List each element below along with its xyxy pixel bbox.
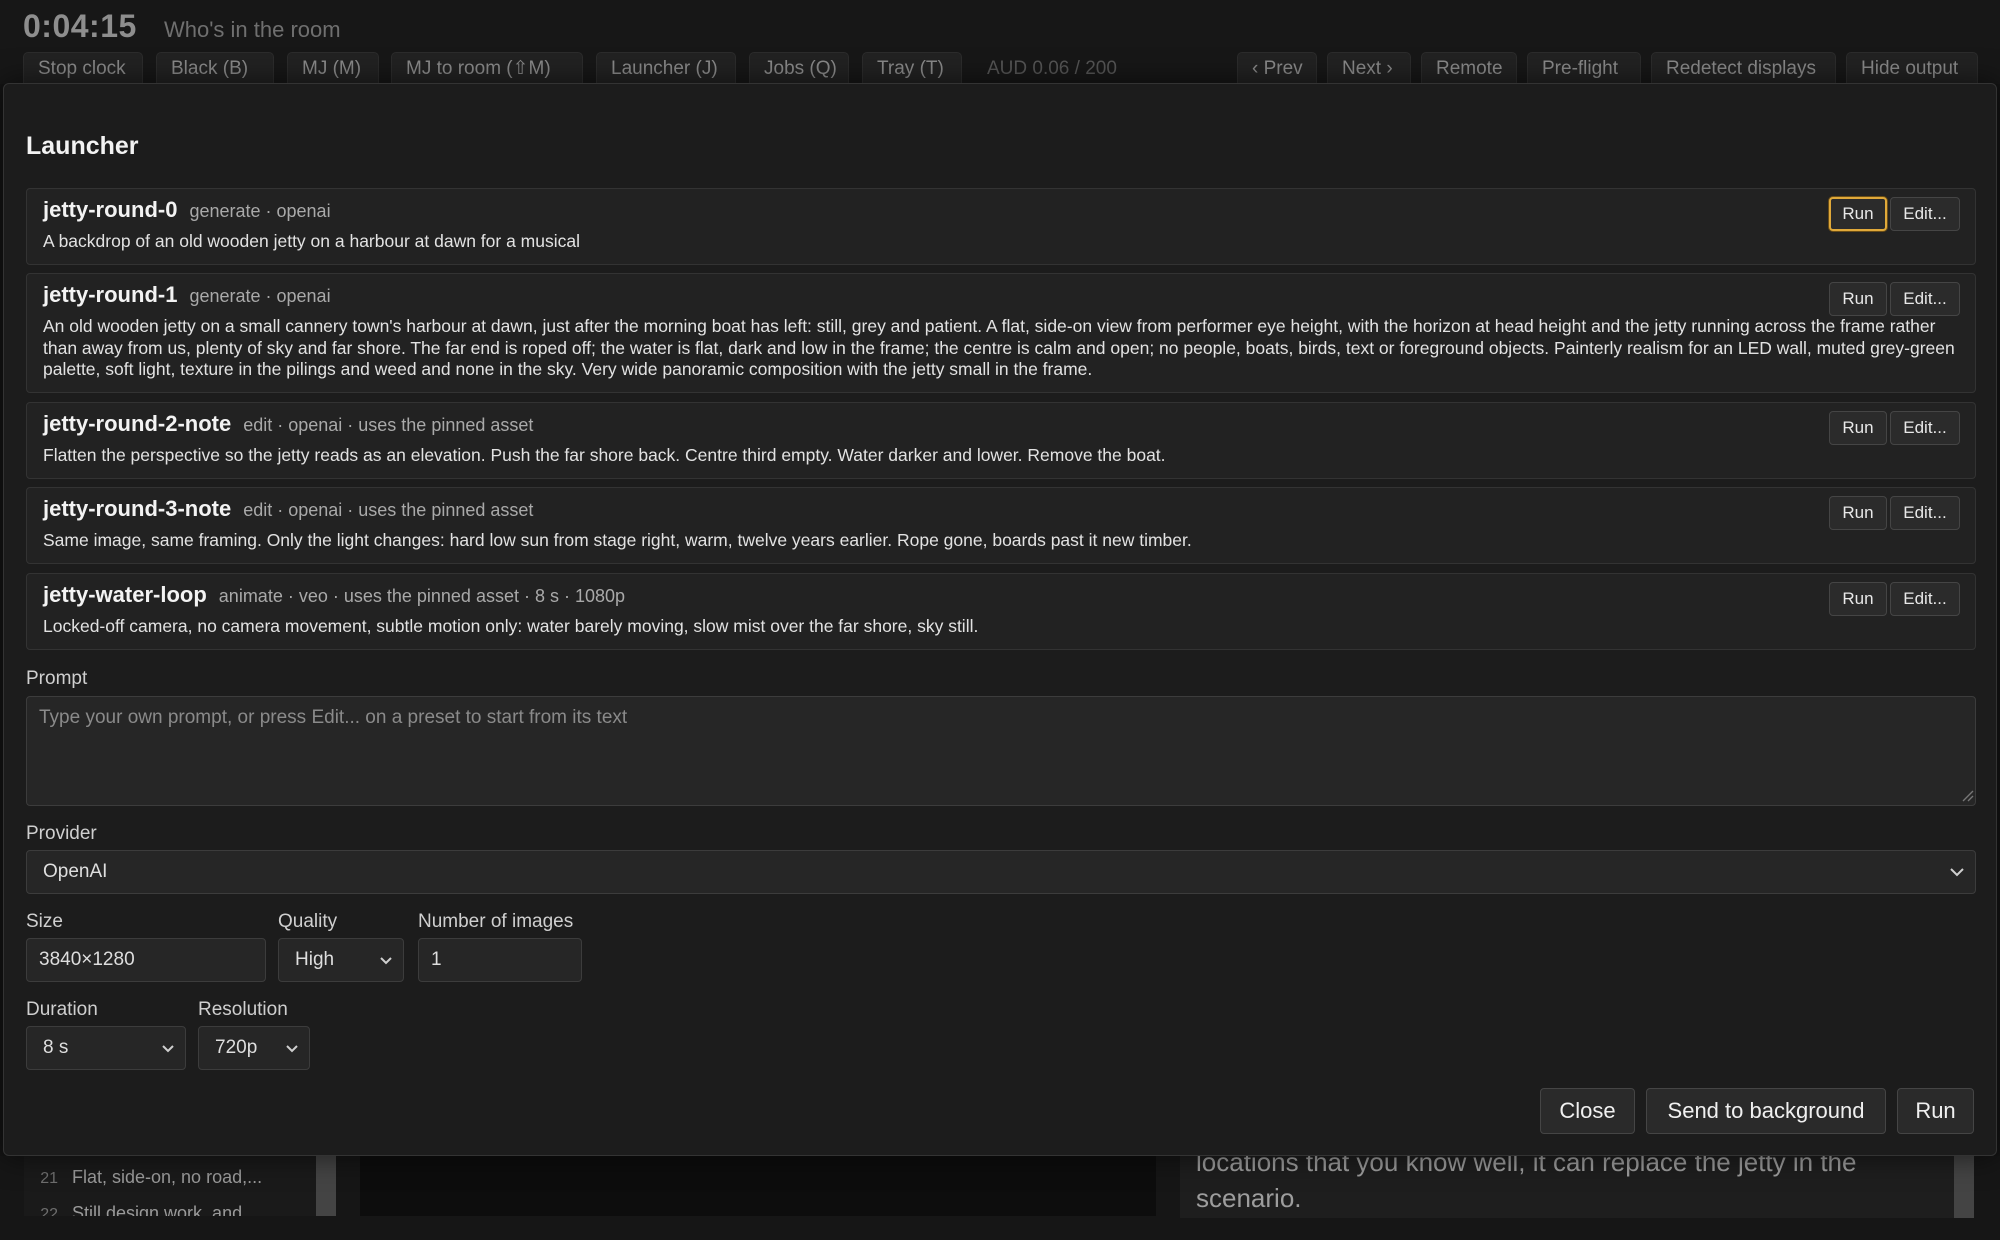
next-button[interactable]: Next ›	[1327, 52, 1411, 84]
run-preset-button[interactable]: Run	[1829, 282, 1887, 316]
output-preview	[360, 1156, 1156, 1216]
resolution-value: 720p	[215, 1037, 258, 1058]
edit-preset-button[interactable]: Edit...	[1890, 582, 1960, 616]
dialog-title: Launcher	[26, 132, 139, 160]
size-label: Size	[26, 911, 63, 932]
cue-number: 22	[40, 1206, 58, 1216]
chevron-down-icon	[285, 1027, 299, 1069]
preset-name: jetty-round-3-note edit · openai · uses t…	[43, 496, 534, 521]
edit-preset-button[interactable]: Edit...	[1890, 496, 1960, 530]
cue-text: Still design work, and...	[72, 1203, 258, 1216]
preset-meta: edit · openai · uses the pinned asset	[243, 500, 534, 520]
preset-description: A backdrop of an old wooden jetty on a h…	[43, 231, 580, 251]
edit-preset-button[interactable]: Edit...	[1890, 411, 1960, 445]
chevron-down-icon	[161, 1027, 175, 1069]
quality-select[interactable]: High	[278, 938, 404, 982]
stop-clock-button[interactable]: Stop clock	[23, 52, 143, 84]
pre-flight-button[interactable]: Pre-flight	[1527, 52, 1641, 84]
quality-value: High	[295, 949, 335, 970]
preset-meta: generate · openai	[189, 286, 331, 306]
black-button[interactable]: Black (B)	[156, 52, 274, 84]
preset-description: Flatten the perspective so the jetty rea…	[43, 445, 1166, 465]
cue-list-scrollbar[interactable]	[316, 1156, 336, 1216]
run-button[interactable]: Run	[1897, 1088, 1974, 1134]
chevron-down-icon	[379, 939, 393, 981]
run-preset-button[interactable]: Run	[1829, 496, 1887, 530]
cue-text: Flat, side-on, no road,...	[72, 1167, 263, 1187]
jobs-button[interactable]: Jobs (Q)	[749, 52, 849, 84]
num-images-label: Number of images	[418, 911, 574, 932]
edit-preset-button[interactable]: Edit...	[1890, 282, 1960, 316]
prev-button[interactable]: ‹ Prev	[1237, 52, 1317, 84]
mj-to-room-button[interactable]: MJ to room (⇧M)	[391, 52, 583, 84]
resize-grip-icon[interactable]	[1960, 788, 1974, 802]
show-clock: 0:04:15	[23, 8, 137, 44]
size-input[interactable]	[26, 938, 266, 982]
chevron-down-icon	[1949, 851, 1965, 893]
preset-name: jetty-water-loop animate · veo · uses the…	[43, 582, 626, 607]
duration-value: 8 s	[43, 1037, 69, 1058]
list-item[interactable]: 21 Flat, side-on, no road,...	[24, 1162, 262, 1192]
cue-list[interactable]: 21 Flat, side-on, no road,... 22 Still des…	[24, 1156, 336, 1216]
preset-name: jetty-round-1 generate · openai	[43, 282, 331, 307]
redetect-displays-button[interactable]: Redetect displays	[1651, 52, 1836, 84]
tray-button[interactable]: Tray (T)	[862, 52, 962, 84]
run-preset-button[interactable]: Run	[1829, 197, 1887, 231]
list-item[interactable]: 22 Still design work, and...	[24, 1198, 257, 1216]
prompt-label: Prompt	[26, 668, 88, 689]
mj-button[interactable]: MJ (M)	[287, 52, 379, 84]
preset-meta: generate · openai	[189, 201, 331, 221]
preset-meta: edit · openai · uses the pinned asset	[243, 415, 534, 435]
quality-label: Quality	[278, 911, 338, 932]
provider-select[interactable]: OpenAI	[26, 850, 1976, 894]
launcher-button[interactable]: Launcher (J)	[596, 52, 736, 84]
provider-label: Provider	[26, 823, 97, 844]
remote-button[interactable]: Remote	[1421, 52, 1517, 84]
resolution-label: Resolution	[198, 999, 288, 1020]
duration-select[interactable]: 8 s	[26, 1026, 186, 1070]
preset-card: jetty-round-3-note edit · openai · uses t…	[26, 487, 1976, 564]
notes-panel: locations that you know well, it can rep…	[1180, 1150, 1974, 1218]
send-to-background-button[interactable]: Send to background	[1646, 1088, 1886, 1134]
prompt-textarea[interactable]	[26, 696, 1976, 806]
preset-description: An old wooden jetty on a small cannery t…	[43, 316, 1955, 379]
launcher-dialog: Launcher jetty-round-0 generate · openai …	[3, 83, 1997, 1156]
preset-card: jetty-round-0 generate · openai A backdro…	[26, 188, 1976, 265]
preset-description: Locked-off camera, no camera movement, s…	[43, 616, 979, 636]
preset-card: jetty-round-1 generate · openai An old wo…	[26, 273, 1976, 393]
run-preset-button[interactable]: Run	[1829, 582, 1887, 616]
preset-card: jetty-water-loop animate · veo · uses the…	[26, 573, 1976, 650]
close-button[interactable]: Close	[1540, 1088, 1635, 1134]
notes-scrollbar[interactable]	[1954, 1150, 1974, 1218]
resolution-select[interactable]: 720p	[198, 1026, 310, 1070]
preset-card: jetty-round-2-note edit · openai · uses t…	[26, 402, 1976, 479]
preset-name: jetty-round-2-note edit · openai · uses t…	[43, 411, 534, 436]
run-preset-button[interactable]: Run	[1829, 411, 1887, 445]
preset-name: jetty-round-0 generate · openai	[43, 197, 331, 222]
preset-description: Same image, same framing. Only the light…	[43, 530, 1192, 550]
provider-value: OpenAI	[43, 861, 108, 882]
cue-number: 21	[40, 1170, 58, 1187]
preset-meta: animate · veo · uses the pinned asset · …	[218, 586, 626, 606]
duration-label: Duration	[26, 999, 98, 1020]
budget-readout: AUD 0.06 / 200	[987, 58, 1117, 79]
num-images-input[interactable]	[418, 938, 582, 982]
hide-output-button[interactable]: Hide output	[1846, 52, 1978, 84]
edit-preset-button[interactable]: Edit...	[1890, 197, 1960, 231]
room-label: Who's in the room	[164, 17, 341, 42]
notes-text: locations that you know well, it can rep…	[1196, 1150, 1857, 1213]
